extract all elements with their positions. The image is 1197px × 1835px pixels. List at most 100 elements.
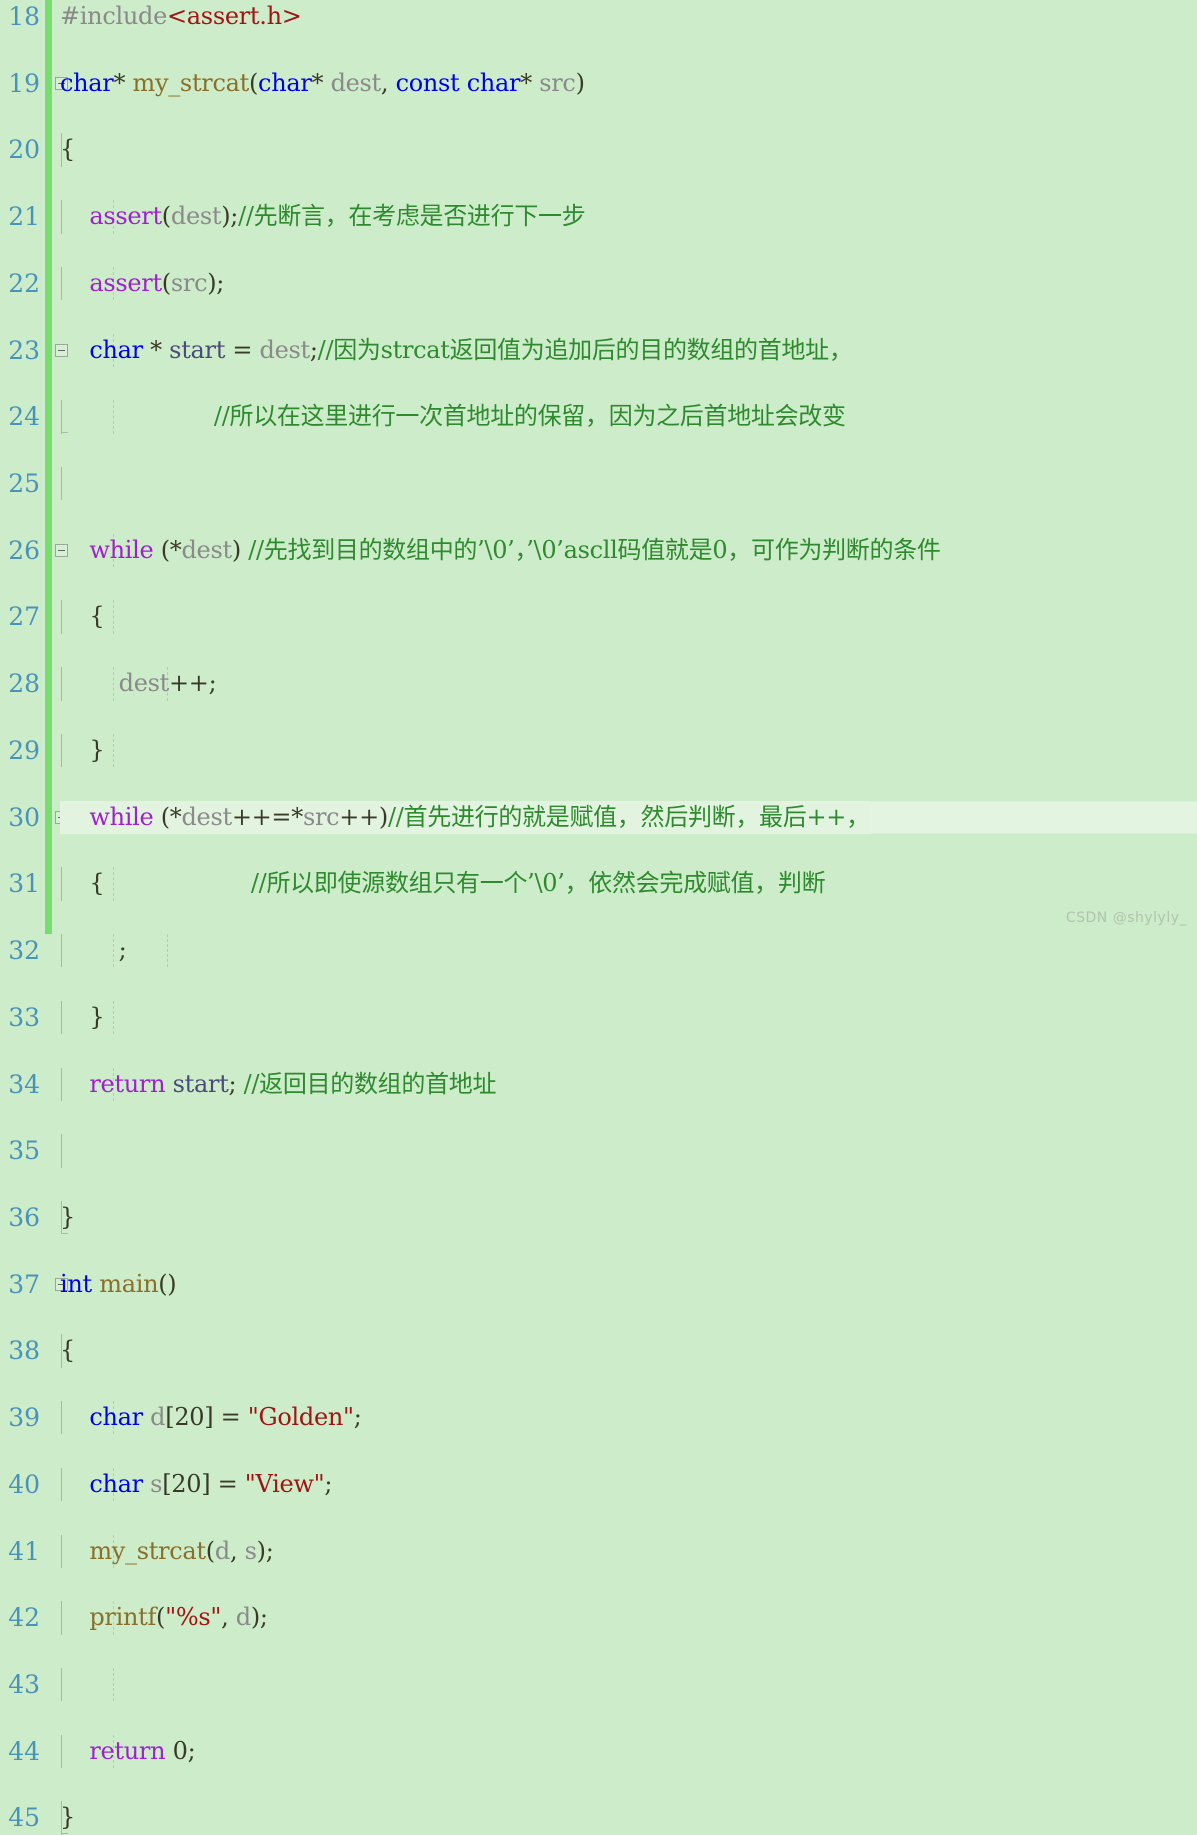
token-pn: ( bbox=[161, 268, 171, 297]
code-text[interactable]: printf("%s", d); bbox=[60, 1601, 268, 1634]
token-pn bbox=[143, 1403, 150, 1431]
code-text[interactable]: ; bbox=[60, 934, 127, 967]
token-str: <assert.h> bbox=[166, 2, 302, 30]
code-text[interactable]: my_strcat(d, s); bbox=[60, 1535, 273, 1568]
code-line[interactable]: 31 { //所以即使源数组只有一个’\0’，依然会完成赋值，判断 bbox=[0, 867, 1197, 901]
code-editor[interactable]: 18 #include<assert.h> 19 char* my_strcat(ch… bbox=[0, 0, 1197, 1835]
code-text[interactable]: int main() bbox=[60, 1268, 177, 1301]
token-pn bbox=[459, 69, 466, 97]
code-line[interactable]: 42 printf("%s", d); bbox=[0, 1601, 1197, 1635]
code-line[interactable]: 37 int main() bbox=[0, 1268, 1197, 1301]
code-text[interactable]: { bbox=[60, 133, 75, 166]
code-text[interactable]: } bbox=[60, 734, 104, 767]
code-text[interactable]: { bbox=[60, 600, 104, 633]
code-line[interactable]: 32 ; bbox=[0, 934, 1197, 968]
code-text[interactable]: dest++; bbox=[60, 667, 217, 700]
code-line[interactable]: 36} bbox=[0, 1200, 1197, 1235]
code-text[interactable]: while (*dest++=*src++)//首先进行的就是赋值，然后判断，最… bbox=[60, 800, 870, 834]
code-text[interactable]: char d[20] = "Golden"; bbox=[60, 1401, 362, 1434]
code-line[interactable]: 34 return start; //返回目的数组的首地址 bbox=[0, 1067, 1197, 1101]
token-pn: , bbox=[221, 1603, 236, 1632]
code-line[interactable]: 40 char s[20] = "View"; bbox=[0, 1467, 1197, 1502]
code-line[interactable]: 27 { bbox=[0, 600, 1197, 634]
code-line-background bbox=[0, 1334, 1197, 1367]
token-pn: ( bbox=[161, 202, 171, 231]
token-id: dest bbox=[118, 669, 170, 698]
token-k: int bbox=[60, 1269, 92, 1298]
token-pn bbox=[60, 336, 89, 364]
token-pn: ; bbox=[187, 1736, 196, 1765]
token-var: start bbox=[172, 1069, 229, 1098]
code-text[interactable]: #include<assert.h> bbox=[60, 0, 302, 33]
code-text[interactable]: //所以在这里进行一次首地址的保留，因为之后首地址会改变 bbox=[60, 400, 846, 433]
fold-guide-line bbox=[61, 467, 62, 501]
code-line[interactable]: 21 assert(dest);//先断言，在考虑是否进行下一步 bbox=[0, 200, 1197, 234]
token-pn: ; bbox=[228, 1069, 244, 1098]
code-line[interactable]: 19 char* my_strcat(char* dest, const char… bbox=[0, 67, 1197, 100]
code-text[interactable]: return 0; bbox=[60, 1735, 195, 1768]
code-text[interactable]: { bbox=[60, 1334, 75, 1367]
code-text[interactable]: } bbox=[60, 1801, 75, 1834]
token-k: char bbox=[89, 1403, 143, 1432]
token-pn bbox=[60, 536, 89, 564]
token-k: char bbox=[466, 68, 521, 97]
code-line[interactable]: 38{ bbox=[0, 1334, 1197, 1368]
code-text[interactable]: return start; //返回目的数组的首地址 bbox=[60, 1068, 496, 1101]
token-pn bbox=[60, 1737, 89, 1765]
token-pn bbox=[60, 1070, 89, 1098]
code-line[interactable]: 20{ bbox=[0, 133, 1197, 167]
fold-guide-line bbox=[61, 1667, 62, 1702]
token-fn: my_strcat bbox=[132, 68, 250, 97]
token-pn bbox=[60, 1470, 89, 1498]
code-line[interactable]: 22 assert(src); bbox=[0, 266, 1197, 301]
token-pn: ( bbox=[248, 68, 259, 97]
code-line[interactable]: 35 bbox=[0, 1134, 1197, 1168]
code-text[interactable]: } bbox=[60, 1001, 104, 1034]
code-text[interactable]: } bbox=[60, 1201, 75, 1234]
code-line[interactable]: 43 bbox=[0, 1667, 1197, 1702]
code-line-background bbox=[0, 133, 1197, 166]
token-pn: ++=* bbox=[231, 802, 303, 831]
token-pn: * bbox=[113, 68, 133, 97]
code-line[interactable]: 18 #include<assert.h> bbox=[0, 0, 1197, 33]
token-pn bbox=[60, 1537, 89, 1565]
token-cm: //所以在这里进行一次首地址的保留，因为之后首地址会改变 bbox=[213, 402, 846, 431]
code-text[interactable]: assert(src); bbox=[60, 267, 224, 300]
indent-guide bbox=[113, 733, 115, 768]
code-line-background bbox=[0, 600, 1197, 633]
code-text[interactable]: char s[20] = "View"; bbox=[60, 1468, 332, 1501]
token-str: "View" bbox=[244, 1469, 325, 1498]
token-pn: * bbox=[142, 335, 170, 364]
code-text[interactable]: char * start = dest;//因为strcat返回值为追加后的目的… bbox=[60, 334, 853, 367]
code-line[interactable]: 29 } bbox=[0, 733, 1197, 768]
token-id: src bbox=[302, 802, 340, 831]
code-lines: 18 #include<assert.h> 19 char* my_strcat(ch… bbox=[0, 0, 1197, 1835]
code-line[interactable]: 39 char d[20] = "Golden"; bbox=[0, 1401, 1197, 1435]
code-line[interactable]: 26 while (*dest) //先找到目的数组中的’\0’，’\0’asc… bbox=[0, 533, 1197, 568]
code-line[interactable]: 41 my_strcat(d, s); bbox=[0, 1534, 1197, 1568]
token-cm: //首先进行的就是赋值，然后判断，最后++， bbox=[387, 802, 870, 831]
code-line[interactable]: 45} bbox=[0, 1801, 1197, 1835]
indent-guide bbox=[113, 1000, 115, 1035]
code-line-background bbox=[0, 934, 1197, 967]
token-id: s bbox=[244, 1536, 257, 1565]
code-text[interactable]: assert(dest);//先断言，在考虑是否进行下一步 bbox=[60, 200, 585, 233]
token-pn: (* bbox=[153, 802, 182, 831]
token-pn bbox=[143, 1470, 150, 1498]
code-line[interactable]: 25 bbox=[0, 467, 1197, 501]
code-line[interactable]: 33 } bbox=[0, 1000, 1197, 1035]
code-line[interactable]: 24 //所以在这里进行一次首地址的保留，因为之后首地址会改变 bbox=[0, 400, 1197, 434]
code-text[interactable]: char* my_strcat(char* dest, const char* … bbox=[60, 67, 585, 100]
indent-guide bbox=[166, 934, 169, 968]
token-kw: while bbox=[89, 802, 154, 831]
code-line[interactable]: 30 while (*dest++=*src++)//首先进行的就是赋值，然后判… bbox=[0, 800, 1197, 835]
code-line-background bbox=[0, 734, 1197, 767]
token-kw: while bbox=[89, 535, 154, 564]
token-pn: ++) bbox=[339, 802, 388, 831]
code-line[interactable]: 23 char * start = dest;//因为strcat返回值为追加后… bbox=[0, 333, 1197, 367]
code-text[interactable]: while (*dest) //先找到目的数组中的’\0’，’\0’ascll码… bbox=[60, 534, 941, 567]
code-line[interactable]: 28 dest++; bbox=[0, 667, 1197, 701]
token-id: dest bbox=[259, 335, 311, 364]
code-line[interactable]: 44 return 0; bbox=[0, 1734, 1197, 1769]
code-text[interactable]: { //所以即使源数组只有一个’\0’，依然会完成赋值，判断 bbox=[60, 867, 825, 900]
